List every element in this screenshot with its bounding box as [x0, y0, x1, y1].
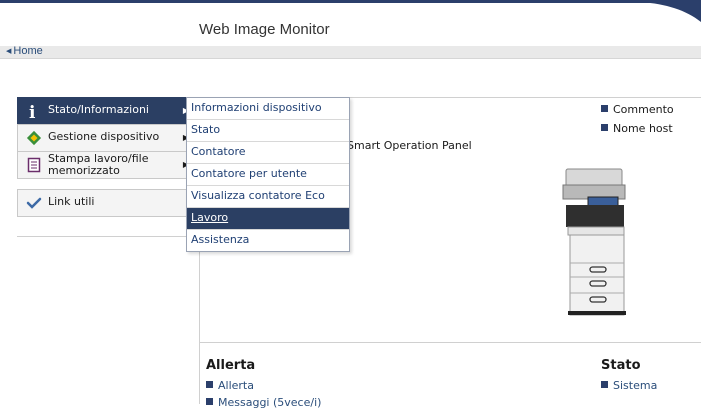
document-icon	[27, 157, 41, 173]
menu-item-lavoro[interactable]: Lavoro	[187, 208, 349, 230]
link-sistema[interactable]: Sistema	[601, 379, 657, 392]
home-label: Home	[13, 45, 43, 57]
chevron-left-icon: ◀	[6, 48, 12, 55]
menu-item-visualizza-contatore-eco[interactable]: Visualizza contatore Eco	[187, 186, 349, 208]
sidebar-item-label: Stato/Informazioni	[48, 103, 149, 116]
printer-image	[562, 168, 626, 316]
square-bullet-icon	[601, 105, 608, 112]
panel-type-text: Smart Operation Panel	[347, 139, 472, 152]
menu-item-contatore[interactable]: Contatore	[187, 142, 349, 164]
sidebar-divider	[17, 236, 198, 237]
top-bar: Web Image Monitor	[0, 0, 701, 46]
menu-item-assistenza[interactable]: Assistenza	[187, 230, 349, 251]
square-bullet-icon	[601, 124, 608, 131]
breadcrumb: ◀ Home	[0, 45, 701, 59]
menu-item-contatore-per-utente[interactable]: Contatore per utente	[187, 164, 349, 186]
sidebar-item-label: Gestione dispositivo	[48, 130, 160, 143]
sidebar-item-stato-informazioni[interactable]: i Stato/Informazioni ▶	[17, 97, 198, 124]
link-icon	[26, 197, 42, 209]
legend-commento: Commento	[601, 103, 674, 116]
legend-label: Commento	[613, 103, 674, 116]
page-title: Web Image Monitor	[199, 21, 330, 38]
menu-item-informazioni-dispositivo[interactable]: Informazioni dispositivo	[187, 98, 349, 120]
link-allerta[interactable]: Allerta	[206, 379, 254, 392]
legend-label: Nome host	[613, 122, 673, 135]
label-line-2: memorizzato	[48, 164, 120, 177]
svg-text:i: i	[29, 103, 36, 119]
section-title-stato: Stato	[601, 358, 641, 373]
menu-item-stato[interactable]: Stato	[187, 120, 349, 142]
sidebar-item-label: Link utili	[48, 195, 95, 208]
brand-swoosh-icon	[641, 0, 701, 22]
header-rule	[0, 0, 701, 3]
link-label: Allerta	[218, 379, 254, 392]
square-bullet-icon	[206, 381, 213, 388]
legend-nome-host: Nome host	[601, 122, 673, 135]
sidebar: i Stato/Informazioni ▶ Gestione disposit…	[17, 97, 198, 217]
section-divider	[199, 342, 701, 343]
home-link[interactable]: ◀ Home	[6, 45, 43, 57]
square-bullet-icon	[601, 381, 608, 388]
sidebar-item-gestione-dispositivo[interactable]: Gestione dispositivo ▶	[17, 124, 198, 151]
square-bullet-icon	[206, 398, 213, 405]
link-label: Sistema	[613, 379, 658, 392]
info-icon: i	[29, 103, 36, 119]
sidebar-item-label: Stampa lavoro/file memorizzato	[48, 153, 148, 177]
sidebar-item-link-utili[interactable]: Link utili	[17, 189, 198, 217]
sidebar-item-stampa-lavoro[interactable]: Stampa lavoro/filememorizzato ▶	[17, 151, 198, 179]
status-dropdown-menu: Informazioni dispositivo Stato Contatore…	[186, 97, 350, 252]
section-title-allerta: Allerta	[206, 358, 256, 373]
device-management-icon	[26, 130, 42, 146]
